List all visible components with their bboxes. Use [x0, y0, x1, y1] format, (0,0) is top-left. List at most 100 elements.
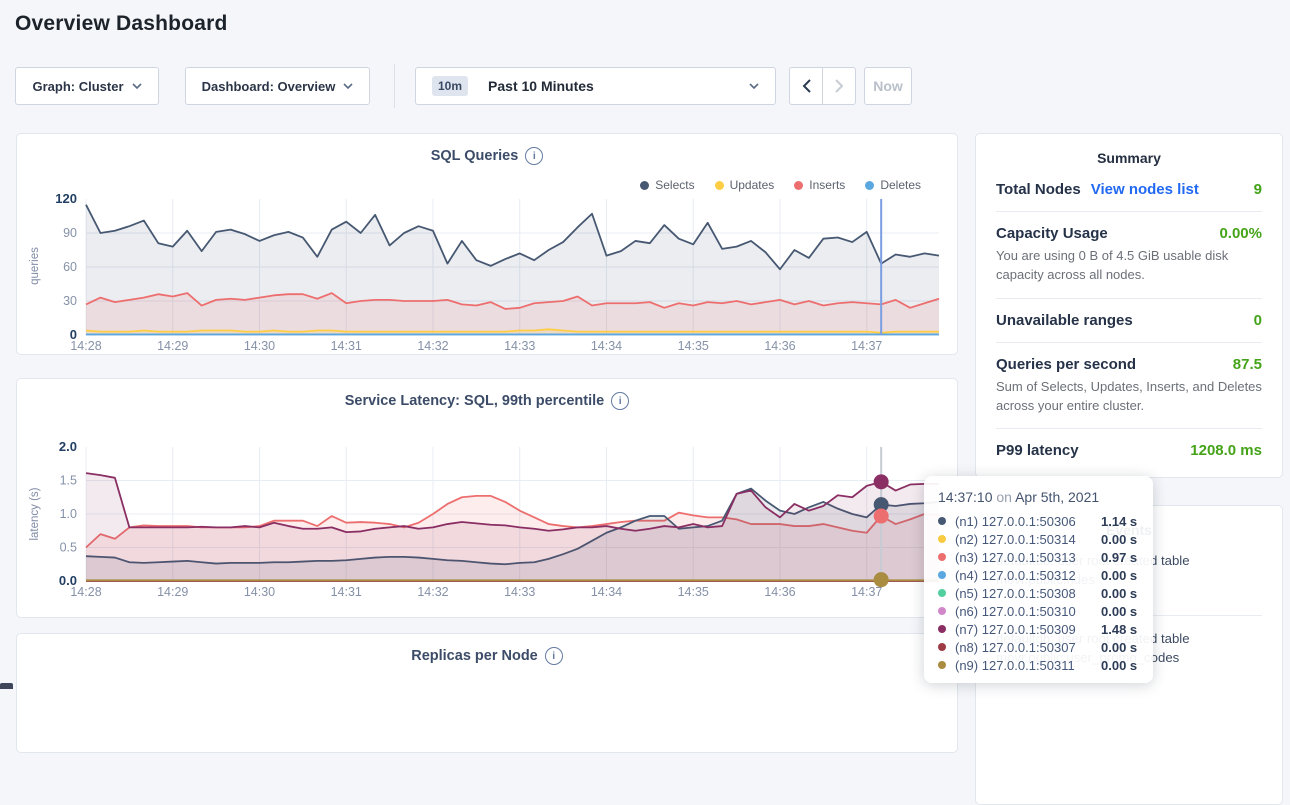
svg-text:14:31: 14:31 — [331, 339, 362, 353]
svg-text:14:30: 14:30 — [244, 585, 275, 599]
tooltip-node-name: (n9) 127.0.0.1:50311 — [955, 658, 1101, 673]
summary-panel: Summary Total Nodes View nodes list 9 Capac… — [975, 133, 1283, 478]
series-color-dot-icon — [938, 553, 946, 561]
series-color-dot-icon — [938, 571, 946, 579]
svg-text:14:34: 14:34 — [591, 585, 622, 599]
svg-text:14:37: 14:37 — [851, 585, 882, 599]
svg-text:14:33: 14:33 — [504, 339, 535, 353]
svg-text:14:29: 14:29 — [157, 585, 188, 599]
tooltip-node-value: 0.00 s — [1101, 568, 1137, 583]
summary-label: Unavailable ranges — [996, 312, 1133, 329]
time-range-label: Past 10 Minutes — [488, 78, 594, 94]
tooltip-node-name: (n3) 127.0.0.1:50313 — [955, 550, 1101, 565]
tooltip-node-name: (n1) 127.0.0.1:50306 — [955, 514, 1101, 529]
tooltip-node-name: (n5) 127.0.0.1:50308 — [955, 586, 1101, 601]
tooltip-node-name: (n4) 127.0.0.1:50312 — [955, 568, 1101, 583]
summary-items: Total Nodes View nodes list 9 Capacity Usag… — [976, 166, 1282, 459]
tooltip-node-value: 1.48 s — [1101, 622, 1137, 637]
graph-dropdown[interactable]: Graph: Cluster — [15, 67, 159, 105]
svg-text:14:29: 14:29 — [157, 339, 188, 353]
now-button[interactable]: Now — [864, 67, 912, 105]
summary-row: Queries per second 87.5 — [996, 343, 1262, 373]
svg-text:90: 90 — [63, 226, 77, 240]
svg-text:0.0: 0.0 — [59, 573, 77, 588]
chart-hover-tooltip: 14:37:10 on Apr 5th, 2021 (n1) 127.0.0.1… — [924, 476, 1153, 683]
tooltip-node-value: 0.00 s — [1101, 532, 1137, 547]
series-color-dot-icon — [938, 607, 946, 615]
tooltip-row: (n9) 127.0.0.1:503110.00 s — [938, 656, 1139, 674]
tooltip-node-value: 0.00 s — [1101, 586, 1137, 601]
svg-text:0: 0 — [70, 327, 77, 342]
summary-label: Capacity Usage — [996, 225, 1108, 242]
tooltip-row: (n4) 127.0.0.1:503120.00 s — [938, 566, 1139, 584]
svg-text:1.5: 1.5 — [60, 474, 77, 488]
chevron-down-icon — [343, 83, 353, 89]
svg-text:14:36: 14:36 — [764, 585, 795, 599]
chevron-right-icon — [835, 79, 844, 93]
time-prev-button[interactable] — [789, 67, 823, 105]
summary-value: 87.5 — [1233, 356, 1262, 373]
tooltip-node-value: 1.14 s — [1101, 514, 1137, 529]
tooltip-node-value: 0.00 s — [1101, 604, 1137, 619]
overview-dashboard-page: Overview Dashboard Graph: Cluster Dashbo… — [0, 0, 1290, 689]
svg-text:14:32: 14:32 — [417, 585, 448, 599]
time-next-button[interactable] — [822, 67, 856, 105]
tooltip-row: (n6) 127.0.0.1:503100.00 s — [938, 602, 1139, 620]
clipped-element — [0, 683, 13, 689]
tooltip-row: (n3) 127.0.0.1:503130.97 s — [938, 548, 1139, 566]
svg-text:60: 60 — [63, 260, 77, 274]
svg-text:2.0: 2.0 — [59, 439, 77, 454]
series-color-dot-icon — [938, 517, 946, 525]
dashboard-dropdown[interactable]: Dashboard: Overview — [185, 67, 370, 105]
summary-value: 1208.0 ms — [1190, 442, 1262, 459]
svg-text:0.5: 0.5 — [60, 541, 77, 555]
sql-queries-chart[interactable]: 14:2814:2914:3014:3114:3214:3314:3414:35… — [17, 134, 959, 356]
svg-text:120: 120 — [55, 191, 77, 206]
replicas-per-node-chart-card: Replicas per Node i — [16, 633, 958, 753]
summary-value: 0 — [1254, 312, 1262, 329]
toolbar-divider — [394, 64, 395, 108]
chart-title: Replicas per Node — [411, 648, 538, 664]
series-color-dot-icon — [938, 535, 946, 543]
svg-text:14:35: 14:35 — [678, 339, 709, 353]
svg-text:14:34: 14:34 — [591, 339, 622, 353]
view-nodes-link[interactable]: View nodes list — [1091, 181, 1199, 198]
chevron-down-icon — [132, 83, 142, 89]
time-range-badge: 10m — [432, 76, 468, 96]
page-title: Overview Dashboard — [15, 12, 228, 36]
service-latency-chart[interactable]: 14:2814:2914:3014:3114:3214:3314:3414:35… — [17, 379, 959, 619]
chevron-left-icon — [802, 79, 811, 93]
summary-value: 9 — [1254, 181, 1262, 198]
tooltip-row: (n2) 127.0.0.1:503140.00 s — [938, 530, 1139, 548]
svg-text:30: 30 — [63, 294, 77, 308]
service-latency-chart-card: Service Latency: SQL, 99th percentile i … — [16, 378, 958, 618]
summary-row: Unavailable ranges 0 — [996, 299, 1262, 329]
tooltip-node-name: (n8) 127.0.0.1:50307 — [955, 640, 1101, 655]
series-color-dot-icon — [938, 589, 946, 597]
svg-text:14:37: 14:37 — [851, 339, 882, 353]
tooltip-node-value: 0.00 s — [1101, 658, 1137, 673]
summary-row: Capacity Usage 0.00% — [996, 212, 1262, 242]
svg-text:14:33: 14:33 — [504, 585, 535, 599]
summary-label: P99 latency — [996, 442, 1079, 459]
summary-row: Total Nodes View nodes list 9 — [996, 168, 1262, 198]
summary-label: Queries per second — [996, 356, 1136, 373]
tooltip-row: (n1) 127.0.0.1:503061.14 s — [938, 512, 1139, 530]
summary-description: You are using 0 B of 4.5 GiB usable disk… — [996, 242, 1262, 285]
info-icon[interactable]: i — [545, 647, 563, 665]
tooltip-node-name: (n2) 127.0.0.1:50314 — [955, 532, 1101, 547]
summary-row: P99 latency 1208.0 ms — [996, 429, 1262, 459]
tooltip-node-value: 0.00 s — [1101, 640, 1137, 655]
svg-text:14:36: 14:36 — [764, 339, 795, 353]
tooltip-row: (n5) 127.0.0.1:503080.00 s — [938, 584, 1139, 602]
series-color-dot-icon — [938, 643, 946, 651]
tooltip-node-name: (n6) 127.0.0.1:50310 — [955, 604, 1101, 619]
summary-label: Total Nodes — [996, 181, 1081, 198]
summary-value: 0.00% — [1219, 225, 1262, 242]
summary-title: Summary — [976, 134, 1282, 166]
tooltip-node-name: (n7) 127.0.0.1:50309 — [955, 622, 1101, 637]
series-color-dot-icon — [938, 625, 946, 633]
chevron-down-icon — [749, 83, 759, 89]
graph-dropdown-label: Graph: Cluster — [32, 79, 123, 94]
time-range-picker[interactable]: 10m Past 10 Minutes — [415, 67, 776, 105]
